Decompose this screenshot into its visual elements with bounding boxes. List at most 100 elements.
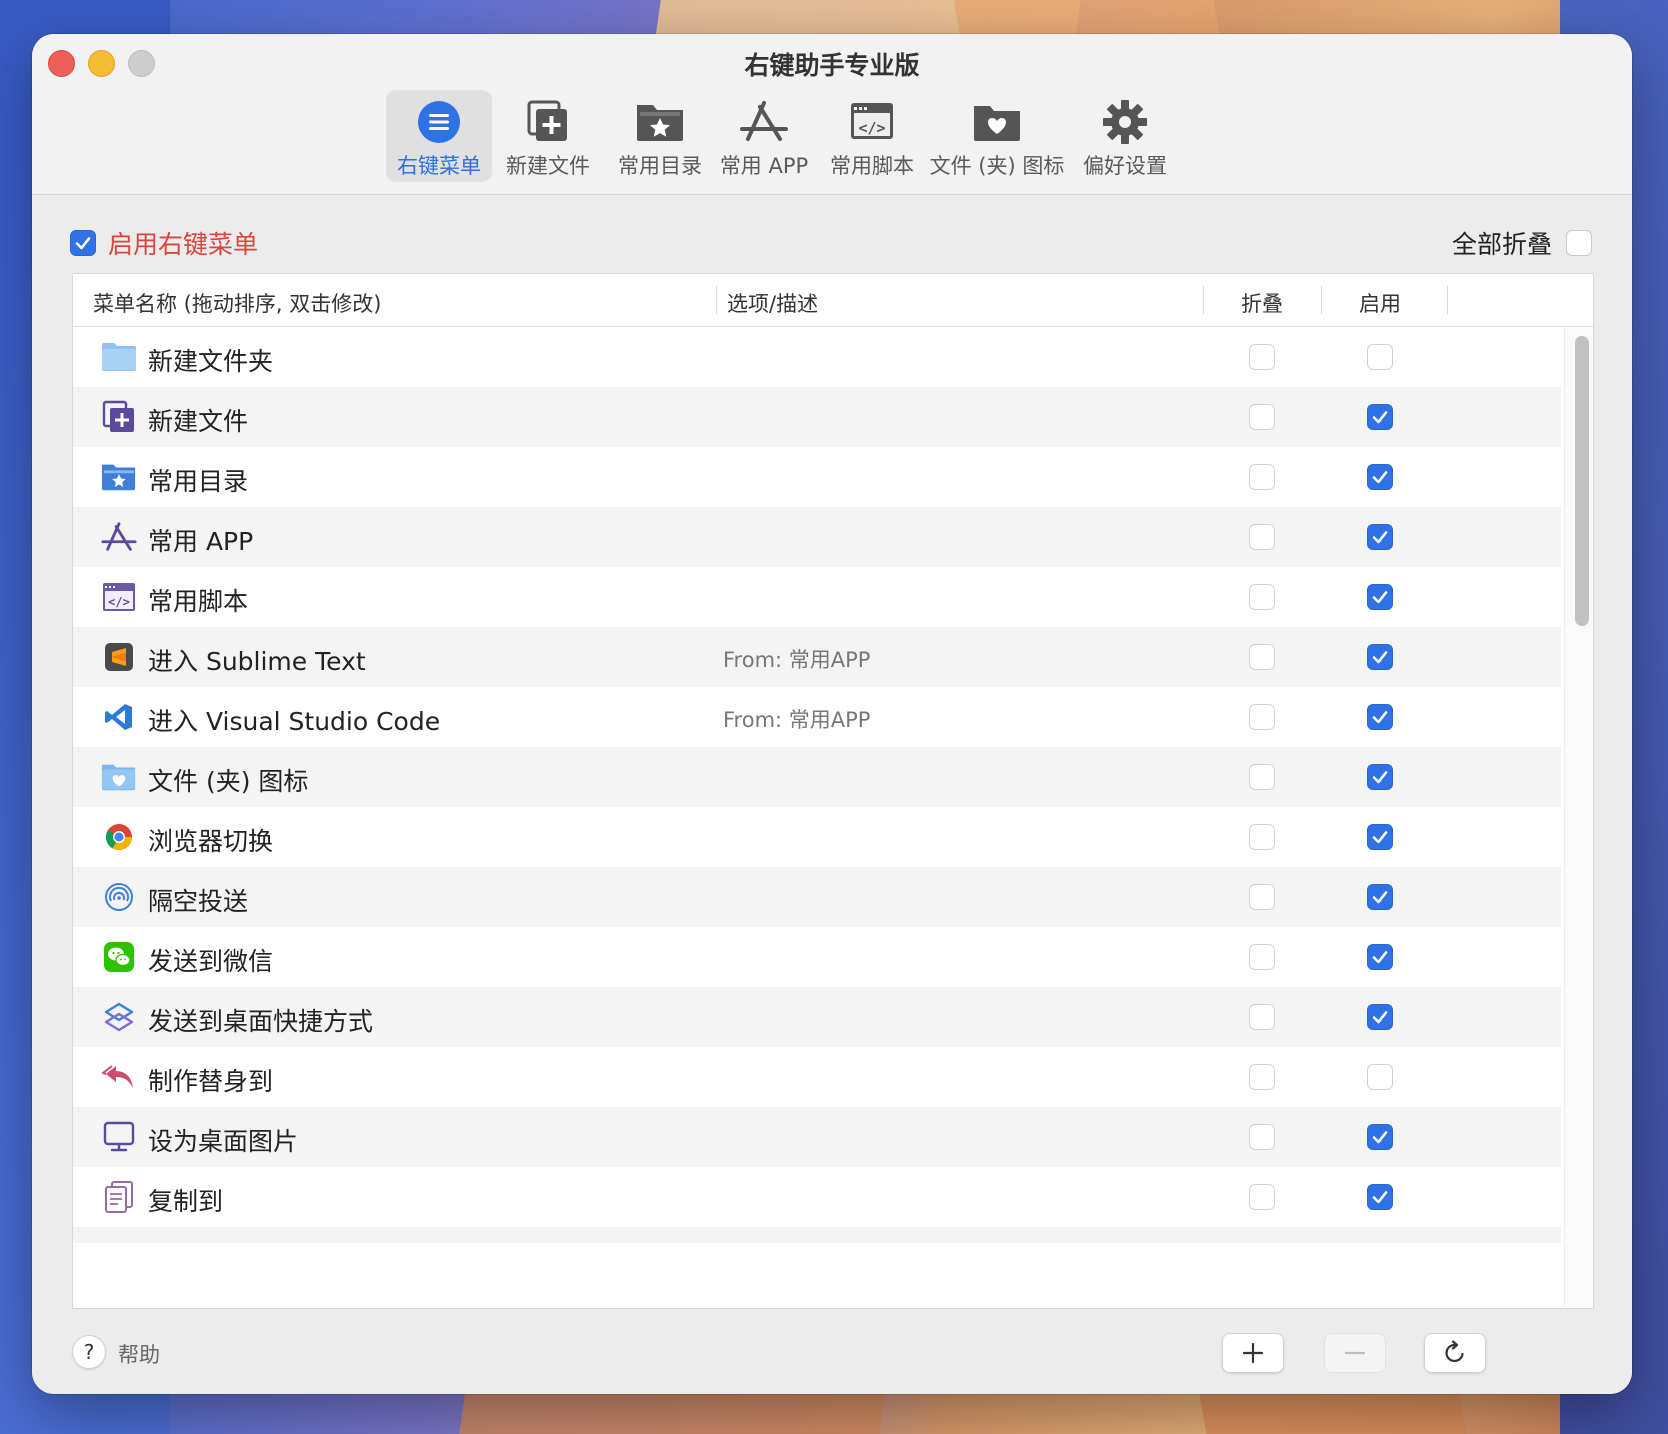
table-row[interactable]: 隔空投送: [73, 867, 1561, 927]
table-row[interactable]: 进入 Visual Studio Code From: 常用APP: [73, 687, 1561, 747]
column-header-fold[interactable]: 折叠: [1241, 288, 1283, 318]
fold-checkbox[interactable]: [1249, 464, 1275, 490]
help-label[interactable]: 帮助: [118, 1339, 160, 1369]
fold-checkbox[interactable]: [1249, 404, 1275, 430]
tab-favorite-scripts[interactable]: </> 常用脚本: [822, 90, 922, 182]
table-body: 新建文件夹新建文件常用目录常用 APP </> 常用脚本进入 Sublime Tex…: [73, 327, 1561, 1243]
table-row[interactable]: 新建文件: [73, 387, 1561, 447]
tab-label: 常用目录: [618, 154, 702, 178]
enable-checkbox[interactable]: [1367, 584, 1393, 610]
table-row[interactable]: 进入 Sublime Text From: 常用APP: [73, 627, 1561, 687]
table-row[interactable]: 设为桌面图片: [73, 1107, 1561, 1167]
menu-item-name[interactable]: 进入 Sublime Text: [148, 642, 366, 678]
table-row[interactable]: 制作替身到: [73, 1047, 1561, 1107]
enable-checkbox[interactable]: [1367, 764, 1393, 790]
tab-label: 文件 (夹) 图标: [929, 154, 1065, 178]
column-divider: [1203, 286, 1204, 314]
fold-checkbox[interactable]: [1249, 1184, 1275, 1210]
enable-checkbox[interactable]: [1367, 824, 1393, 850]
column-header-name[interactable]: 菜单名称 (拖动排序, 双击修改): [93, 288, 381, 318]
main-content: 启用右键菜单 全部折叠 菜单名称 (拖动排序, 双击修改) 选项/描述 折叠 启…: [32, 195, 1632, 1394]
svg-text:</>: </>: [858, 119, 885, 137]
fold-checkbox[interactable]: [1249, 1124, 1275, 1150]
column-header-enable[interactable]: 启用: [1359, 288, 1401, 318]
tab-preferences[interactable]: 偏好设置: [1078, 90, 1172, 182]
tab-new-file[interactable]: 新建文件: [500, 90, 596, 182]
tab-favorite-apps[interactable]: 常用 APP: [716, 90, 812, 182]
menu-item-desc: From: 常用APP: [723, 648, 871, 672]
menu-item-name[interactable]: 隔空投送: [148, 882, 248, 918]
folder-heart-icon: [101, 760, 137, 794]
tab-file-folder-icons[interactable]: 文件 (夹) 图标: [929, 90, 1065, 182]
menu-item-name[interactable]: 设为桌面图片: [148, 1122, 298, 1158]
add-item-button[interactable]: [1222, 1333, 1284, 1373]
enable-checkbox[interactable]: [1367, 1124, 1393, 1150]
enable-checkbox[interactable]: [1367, 1004, 1393, 1030]
table-row[interactable]: </> 常用脚本: [73, 567, 1561, 627]
table-row[interactable]: 复制到: [73, 1167, 1561, 1227]
table-row[interactable]: 常用 APP: [73, 507, 1561, 567]
menu-item-name[interactable]: 制作替身到: [148, 1062, 273, 1098]
menu-item-name[interactable]: 复制到: [148, 1182, 223, 1218]
fold-checkbox[interactable]: [1249, 704, 1275, 730]
fold-checkbox[interactable]: [1249, 884, 1275, 910]
enable-checkbox[interactable]: [1367, 344, 1393, 370]
menu-item-name[interactable]: 常用脚本: [148, 582, 248, 618]
table-row[interactable]: [73, 1227, 1561, 1243]
fold-checkbox[interactable]: [1249, 824, 1275, 850]
table-row[interactable]: 常用目录: [73, 447, 1561, 507]
tab-context-menu[interactable]: 右键菜单: [386, 90, 492, 182]
menu-item-name[interactable]: 发送到桌面快捷方式: [148, 1002, 373, 1038]
enable-context-menu-checkbox[interactable]: [70, 230, 96, 256]
table-row[interactable]: 发送到桌面快捷方式: [73, 987, 1561, 1047]
enable-checkbox[interactable]: [1367, 404, 1393, 430]
enable-checkbox[interactable]: [1367, 1064, 1393, 1090]
collapse-all-checkbox[interactable]: [1566, 230, 1592, 256]
help-button[interactable]: ?: [72, 1335, 106, 1369]
menu-item-name[interactable]: 发送到微信: [148, 942, 273, 978]
scrollbar-thumb[interactable]: [1575, 336, 1589, 626]
menu-item-name[interactable]: 新建文件: [148, 402, 248, 438]
tab-label: 常用脚本: [830, 154, 914, 178]
reset-button[interactable]: [1424, 1333, 1486, 1373]
footer-bar: ? 帮助: [32, 1325, 1632, 1394]
enable-checkbox[interactable]: [1367, 524, 1393, 550]
enable-context-menu-label: 启用右键菜单: [108, 230, 259, 259]
enable-checkbox[interactable]: [1367, 704, 1393, 730]
vscode-icon: [101, 700, 137, 734]
tab-favorite-folders[interactable]: 常用目录: [608, 90, 712, 182]
remove-item-button[interactable]: [1324, 1333, 1386, 1373]
enable-checkbox[interactable]: [1367, 464, 1393, 490]
fold-checkbox[interactable]: [1249, 764, 1275, 790]
titlebar: 右键助手专业版 右键菜单 新建文件 常用目录 常用 APP </> 常用脚本 文…: [32, 34, 1632, 195]
menu-item-name[interactable]: 常用 APP: [148, 522, 253, 558]
menu-item-name[interactable]: 新建文件夹: [148, 342, 273, 378]
fold-checkbox[interactable]: [1249, 1064, 1275, 1090]
fold-checkbox[interactable]: [1249, 584, 1275, 610]
minus-icon: [1344, 1351, 1366, 1355]
enable-checkbox[interactable]: [1367, 1184, 1393, 1210]
fold-checkbox[interactable]: [1249, 944, 1275, 970]
favorite-folder-icon: [101, 460, 137, 494]
fold-checkbox[interactable]: [1249, 1004, 1275, 1030]
menu-item-name[interactable]: 文件 (夹) 图标: [148, 762, 308, 798]
toolbar: 右键菜单 新建文件 常用目录 常用 APP </> 常用脚本 文件 (夹) 图标…: [32, 90, 1632, 190]
column-header-desc[interactable]: 选项/描述: [727, 288, 818, 318]
airdrop-icon: [101, 880, 137, 914]
svg-text:</>: </>: [108, 595, 130, 609]
enable-checkbox[interactable]: [1367, 644, 1393, 670]
menu-item-name[interactable]: 浏览器切换: [148, 822, 273, 858]
table-row[interactable]: 文件 (夹) 图标: [73, 747, 1561, 807]
fold-checkbox[interactable]: [1249, 524, 1275, 550]
menu-item-name[interactable]: 常用目录: [148, 462, 248, 498]
script-icon: </>: [101, 580, 137, 614]
table-row[interactable]: 新建文件夹: [73, 327, 1561, 387]
enable-checkbox[interactable]: [1367, 944, 1393, 970]
help-question-icon: ?: [83, 1340, 95, 1364]
table-row[interactable]: 发送到微信: [73, 927, 1561, 987]
menu-item-name[interactable]: 进入 Visual Studio Code: [148, 702, 440, 738]
fold-checkbox[interactable]: [1249, 344, 1275, 370]
enable-checkbox[interactable]: [1367, 884, 1393, 910]
table-row[interactable]: 浏览器切换: [73, 807, 1561, 867]
fold-checkbox[interactable]: [1249, 644, 1275, 670]
